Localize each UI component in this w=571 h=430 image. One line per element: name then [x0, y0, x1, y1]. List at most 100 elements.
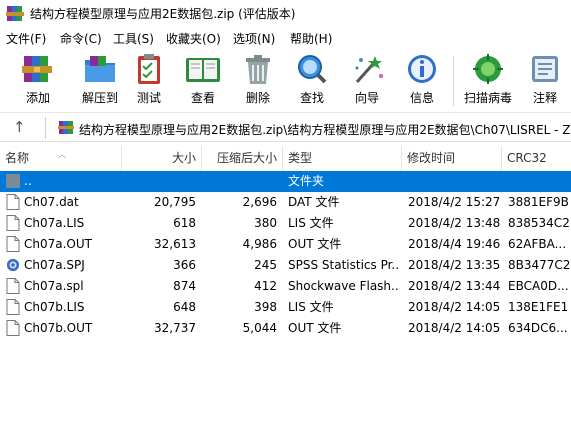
row-type: Shockwave Flash... [288, 279, 400, 293]
column-header-name-label: 名称 [5, 151, 30, 165]
comment-label: 注释 [532, 91, 557, 105]
file-icon [6, 320, 20, 336]
arrow-up-icon[interactable]: ↑ [13, 118, 26, 136]
row-size: 20,795 [154, 195, 196, 209]
magnifier-icon [298, 55, 327, 84]
menu-commands[interactable]: 命令(C) [60, 30, 102, 47]
table-row[interactable]: Ch07a.OUT 32,613 4,986 OUT 文件 2018/4/4 1… [0, 234, 571, 255]
file-icon [6, 236, 20, 252]
row-size [122, 171, 196, 192]
file-icon [6, 215, 20, 231]
file-icon [6, 299, 20, 315]
menu-bar: 文件(F) 命令(C) 工具(S) 收藏夹(O) 选项(N) 帮助(H) [0, 27, 571, 48]
row-modified [408, 171, 500, 192]
column-header-type[interactable]: 类型 [283, 146, 402, 171]
delete-button[interactable]: 删除 [230, 52, 286, 110]
table-row[interactable]: Ch07a.SPJ 366 245 SPSS Statistics Pr... … [0, 255, 571, 276]
table-row[interactable]: Ch07b.LIS 648 398 LIS 文件 2018/4/2 14:05 … [0, 297, 571, 318]
menu-favorites[interactable]: 收藏夹(O) [166, 30, 221, 47]
row-name: Ch07b.OUT [24, 321, 93, 335]
row-type: OUT 文件 [288, 237, 342, 251]
add-button[interactable]: 添加 [10, 52, 66, 110]
row-name: Ch07a.LIS [24, 216, 85, 230]
row-size: 32,613 [154, 237, 196, 251]
table-row[interactable]: Ch07a.spl 874 412 Shockwave Flash... 201… [0, 276, 571, 297]
column-header-packed[interactable]: 压缩后大小 [202, 146, 283, 171]
wizard-button[interactable]: 向导 [339, 52, 395, 110]
test-button[interactable]: 测试 [121, 52, 177, 110]
row-packed: 380 [254, 216, 277, 230]
column-header-size[interactable]: 大小 [122, 146, 202, 171]
extract-folder-icon [85, 56, 115, 82]
row-size: 366 [173, 258, 196, 272]
delete-label: 删除 [245, 91, 270, 105]
table-row[interactable]: .. 文件夹 [0, 171, 571, 192]
trash-icon [246, 55, 270, 84]
add-label: 添加 [25, 91, 50, 105]
scan-virus-label: 扫描病毒 [463, 91, 512, 105]
info-button[interactable]: 信息 [394, 52, 450, 110]
column-header-name[interactable]: 名称 ︿ [0, 146, 122, 171]
table-row[interactable]: Ch07a.LIS 618 380 LIS 文件 2018/4/2 13:48 … [0, 213, 571, 234]
row-packed: 245 [254, 258, 277, 272]
view-button[interactable]: 查看 [175, 52, 231, 110]
info-label: 信息 [409, 91, 434, 105]
row-name: .. [24, 174, 32, 188]
row-type: OUT 文件 [288, 321, 342, 335]
table-row[interactable]: Ch07.dat 20,795 2,696 DAT 文件 2018/4/2 15… [0, 192, 571, 213]
row-modified: 2018/4/2 13:48 [408, 216, 500, 230]
row-packed: 5,044 [242, 321, 277, 335]
window-title: 结构方程模型原理与应用2E数据包.zip (评估版本) [30, 7, 296, 21]
up-folder-icon [6, 174, 20, 188]
file-icon [6, 278, 20, 294]
row-crc: 634DC6... [508, 321, 568, 335]
row-crc: 62AFBA... [508, 237, 567, 251]
row-name: Ch07a.spl [24, 279, 84, 293]
toolbar: 添加 解压到 测试 查看 删除 查找 向导 信息 扫描病毒 注释 [0, 48, 571, 113]
wizard-wand-icon [355, 56, 383, 83]
row-crc: 8B3477C2 [508, 258, 571, 272]
file-icon [6, 194, 20, 210]
column-header-crc[interactable]: CRC32 [502, 146, 571, 171]
wizard-label: 向导 [354, 91, 379, 105]
row-modified: 2018/4/2 13:35 [408, 258, 500, 272]
view-label: 查看 [190, 91, 215, 105]
row-modified: 2018/4/4 19:46 [408, 237, 500, 251]
row-crc: 138E1FE1 [508, 300, 569, 314]
column-header-modified[interactable]: 修改时间 [402, 146, 502, 171]
menu-file[interactable]: 文件(F) [6, 30, 46, 47]
find-button[interactable]: 查找 [284, 52, 340, 110]
row-crc: EBCA0D... [508, 279, 569, 293]
sort-caret-icon: ︿ [58, 150, 66, 159]
row-type: SPSS Statistics Pr... [288, 258, 400, 272]
extract-to-button[interactable]: 解压到 [72, 52, 128, 110]
row-size: 32,737 [154, 321, 196, 335]
menu-tools[interactable]: 工具(S) [113, 30, 154, 47]
comment-button[interactable]: 注释 [517, 52, 571, 110]
view-book-icon [186, 58, 220, 82]
row-crc: 3881EF9B [508, 195, 569, 209]
menu-help[interactable]: 帮助(H) [290, 30, 332, 47]
table-row[interactable]: Ch07b.OUT 32,737 5,044 OUT 文件 2018/4/2 1… [0, 318, 571, 339]
address-bar: ↑ 结构方程模型原理与应用2E数据包.zip\结构方程模型原理与应用2E数据包\… [0, 114, 571, 142]
row-packed: 2,696 [242, 195, 277, 209]
row-name: Ch07.dat [24, 195, 79, 209]
winrar-icon [6, 6, 24, 21]
row-crc [508, 171, 571, 192]
comment-icon [532, 56, 558, 82]
row-size: 648 [173, 300, 196, 314]
row-size: 618 [173, 216, 196, 230]
row-crc: 838534C2 [508, 216, 570, 230]
address-separator [45, 117, 46, 139]
row-name: Ch07a.OUT [24, 237, 92, 251]
archive-icon [58, 121, 74, 134]
address-path[interactable]: 结构方程模型原理与应用2E数据包.zip\结构方程模型原理与应用2E数据包\Ch… [79, 121, 571, 138]
row-size: 874 [173, 279, 196, 293]
row-type: LIS 文件 [288, 216, 334, 230]
menu-options[interactable]: 选项(N) [233, 30, 275, 47]
row-modified: 2018/4/2 15:27 [408, 195, 500, 209]
scan-virus-button[interactable]: 扫描病毒 [460, 52, 516, 110]
test-clipboard-icon [138, 54, 160, 84]
virus-scan-icon [473, 54, 503, 84]
row-packed: 398 [254, 300, 277, 314]
